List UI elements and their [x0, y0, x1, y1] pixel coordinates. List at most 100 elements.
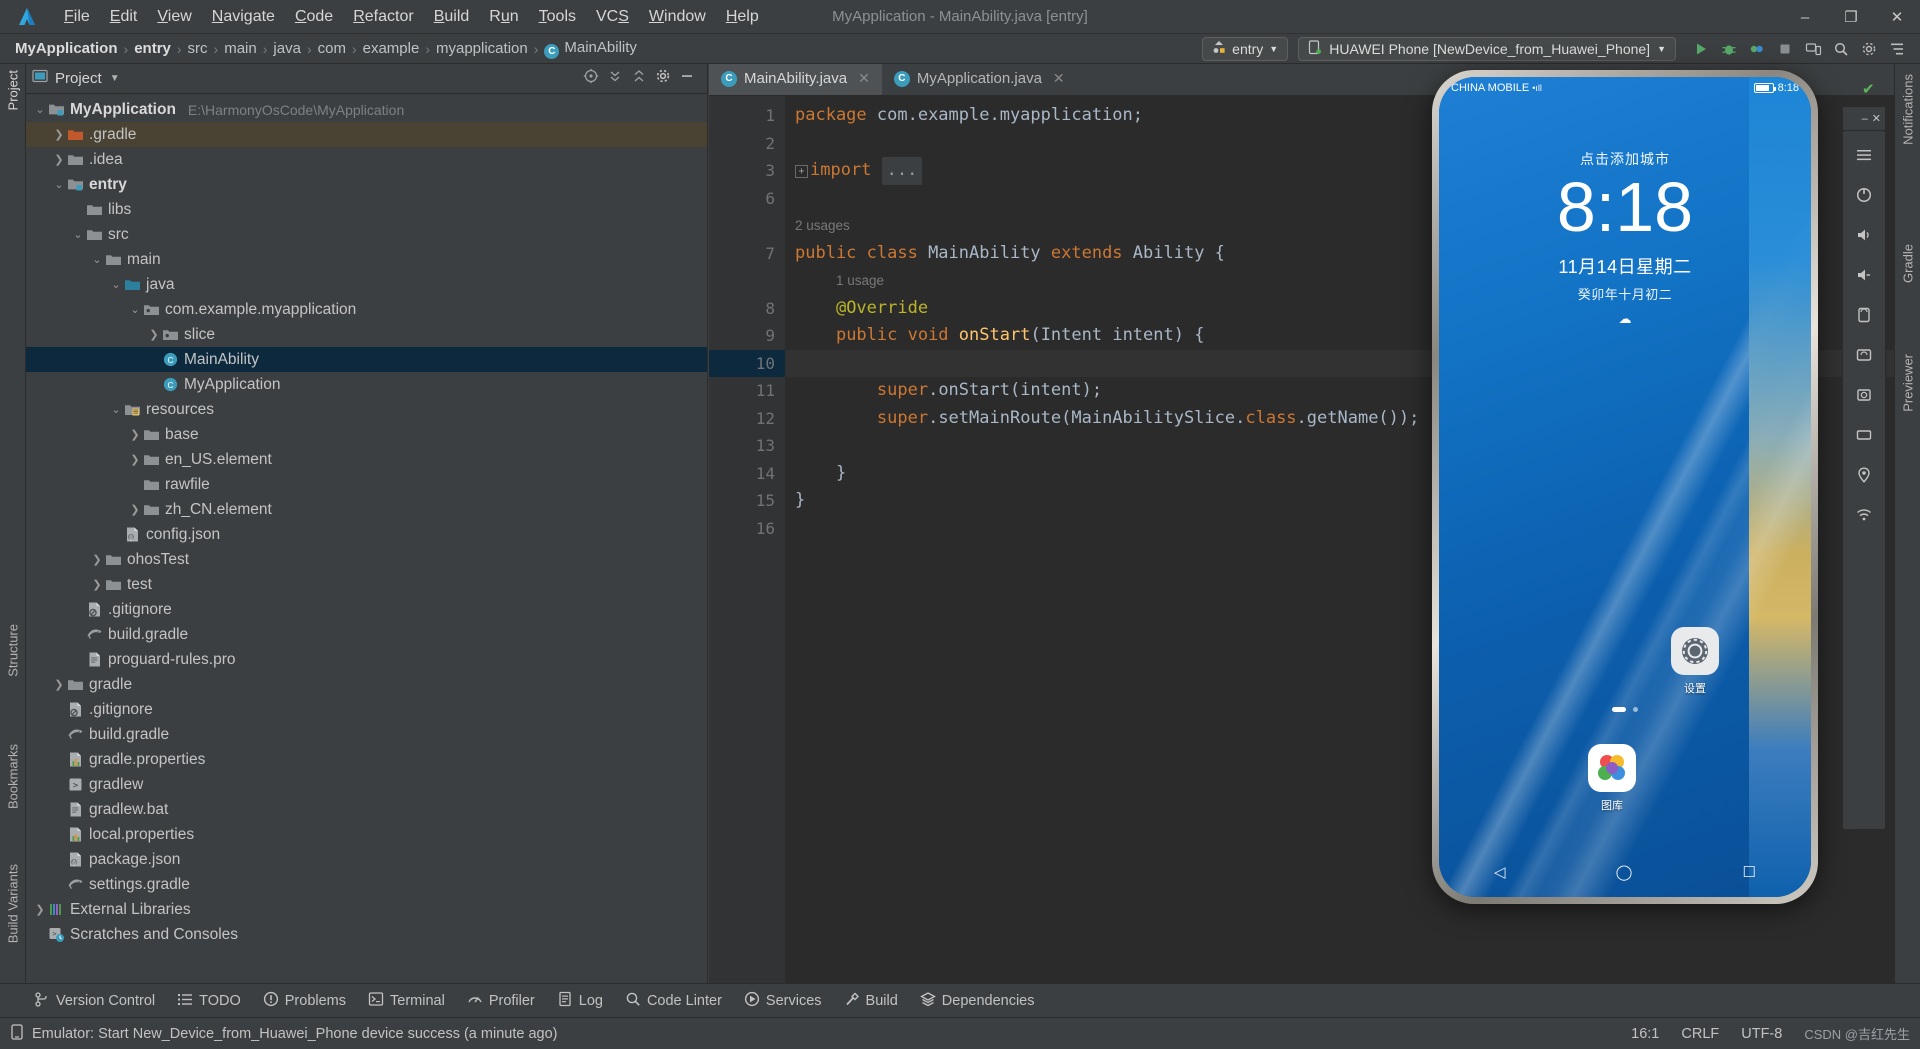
resize-icon[interactable] [1844, 415, 1884, 455]
line-number[interactable]: 3 [709, 157, 785, 185]
minimize-button[interactable]: – [1782, 0, 1828, 34]
tree-item-settings-gradle[interactable]: settings.gradle [26, 872, 707, 897]
settings-gear-icon[interactable] [1856, 36, 1882, 62]
tree-item-gradle[interactable]: ❯ .gradle [26, 122, 707, 147]
run-configuration-selector[interactable]: entry ▼ [1202, 36, 1289, 61]
screenshot-icon[interactable] [1844, 375, 1884, 415]
close-button[interactable]: ✕ [1874, 0, 1920, 34]
home-nav-icon[interactable]: ◯ [1616, 863, 1633, 881]
chevron-right-icon[interactable]: ❯ [51, 678, 67, 691]
tree-item-proguard-rules-pro[interactable]: proguard-rules.pro [26, 647, 707, 672]
line-number[interactable]: 9 [709, 322, 813, 350]
menu-icon[interactable] [1844, 135, 1884, 175]
app-icon-settings[interactable]: 设置 [1661, 627, 1729, 696]
line-number[interactable]: 16 [709, 515, 785, 543]
wifi-icon[interactable] [1844, 495, 1884, 535]
line-number[interactable]: 8 [709, 295, 785, 323]
tree-item-test[interactable]: ❯ test [26, 572, 707, 597]
line-number[interactable]: 6 [709, 185, 785, 213]
chevron-right-icon[interactable]: ❯ [51, 153, 67, 166]
sidebar-item-bookmarks[interactable]: Bookmarks [5, 744, 20, 809]
tree-item-gradlew[interactable]: > gradlew [26, 772, 707, 797]
chevron-right-icon[interactable]: ❯ [89, 553, 105, 566]
menu-help[interactable]: Help [716, 6, 769, 28]
line-number[interactable] [709, 212, 785, 240]
page-dot-active[interactable] [1612, 707, 1626, 712]
expand-all-icon[interactable] [607, 68, 623, 89]
close-icon[interactable]: ✕ [1872, 112, 1881, 125]
debug-button[interactable] [1716, 36, 1742, 62]
menu-code[interactable]: Code [285, 6, 343, 28]
tree-item-scratches-and-consoles[interactable]: > Scratches and Consoles [26, 922, 707, 947]
tree-item-local-properties[interactable]: local.properties [26, 822, 707, 847]
power-icon[interactable] [1844, 175, 1884, 215]
tool-window-dependencies[interactable]: Dependencies [919, 991, 1035, 1011]
caret-position[interactable]: 16:1 [1631, 1026, 1659, 1042]
project-tree[interactable]: ⌄ MyApplication E:\HarmonyOsCode\MyApplica… [26, 94, 707, 983]
tree-item-zh-cn-element[interactable]: ❯ zh_CN.element [26, 497, 707, 522]
menu-window[interactable]: Window [639, 6, 716, 28]
sidebar-item-notifications[interactable]: Notifications [1900, 74, 1915, 145]
line-number[interactable]: 10 [709, 349, 785, 377]
tree-item-base[interactable]: ❯ base [26, 422, 707, 447]
tree-item-rawfile[interactable]: rawfile [26, 472, 707, 497]
breadcrumb-item-3[interactable]: main [221, 40, 260, 57]
volume-up-icon[interactable] [1844, 215, 1884, 255]
tree-item-main[interactable]: ⌄ main [26, 247, 707, 272]
chevron-down-icon[interactable]: ⌄ [70, 228, 86, 241]
volume-down-icon[interactable] [1844, 255, 1884, 295]
tree-item-idea[interactable]: ❯ .idea [26, 147, 707, 172]
tree-item-entry[interactable]: ⌄ entry [26, 172, 707, 197]
tool-window-version-control[interactable]: Version Control [34, 991, 155, 1011]
rotate-right-icon[interactable] [1844, 335, 1884, 375]
tree-item-gradlew-bat[interactable]: gradlew.bat [26, 797, 707, 822]
page-dot[interactable] [1633, 707, 1638, 712]
breadcrumb-item-4[interactable]: java [270, 40, 304, 57]
sidebar-item-structure[interactable]: Structure [5, 624, 20, 677]
tree-item-myapplication[interactable]: C MyApplication [26, 372, 707, 397]
tree-item-resources[interactable]: ⌄ resources [26, 397, 707, 422]
menu-tools[interactable]: Tools [529, 6, 586, 28]
emulator-window[interactable]: CHINA MOBILE •ıll 8:18 点击添加城市 8:18 11月14… [1432, 70, 1818, 904]
tool-window-build[interactable]: Build [844, 991, 898, 1011]
editor-tab-myapplication-java[interactable]: C MyApplication.java ✕ [882, 64, 1077, 95]
device-selector[interactable]: HUAWEI Phone [NewDevice_from_Huawei_Phon… [1298, 36, 1676, 61]
settings-gear-icon[interactable] [655, 68, 671, 89]
profile-button[interactable] [1744, 36, 1770, 62]
menu-view[interactable]: View [147, 6, 201, 28]
tool-window-log[interactable]: Log [557, 991, 603, 1011]
chevron-down-icon[interactable]: ⌄ [108, 403, 124, 416]
chevron-right-icon[interactable]: ❯ [127, 503, 143, 516]
tree-item-gitignore[interactable]: .gitignore [26, 697, 707, 722]
tree-item-slice[interactable]: ❯ slice [26, 322, 707, 347]
tree-item-gitignore[interactable]: .gitignore [26, 597, 707, 622]
sidebar-item-gradle[interactable]: Gradle [1900, 244, 1915, 283]
tool-window-code-linter[interactable]: Code Linter [625, 991, 722, 1011]
tree-item-package-json[interactable]: {} package.json [26, 847, 707, 872]
menu-run[interactable]: Run [479, 6, 528, 28]
tree-item-config-json[interactable]: {} config.json [26, 522, 707, 547]
chevron-right-icon[interactable]: ❯ [127, 453, 143, 466]
menu-edit[interactable]: Edit [100, 6, 148, 28]
run-button[interactable] [1688, 36, 1714, 62]
add-city-label[interactable]: 点击添加城市 [1439, 149, 1811, 169]
back-nav-icon[interactable]: ◁ [1494, 863, 1506, 881]
breadcrumb-item-2[interactable]: src [185, 40, 211, 57]
sidebar-item-build-variants[interactable]: Build Variants [5, 864, 20, 943]
chevron-right-icon[interactable]: ❯ [89, 578, 105, 591]
line-number[interactable]: 7 [709, 240, 785, 268]
tool-window-problems[interactable]: Problems [263, 991, 346, 1011]
line-separator[interactable]: CRLF [1681, 1026, 1719, 1042]
rotate-left-icon[interactable] [1844, 295, 1884, 335]
tree-item-mainability[interactable]: C MainAbility [26, 347, 707, 372]
breadcrumb-item-0[interactable]: MyApplication [12, 40, 121, 57]
encoding[interactable]: UTF-8 [1741, 1026, 1782, 1042]
tree-item-com-example-myapplication[interactable]: ⌄ com.example.myapplication [26, 297, 707, 322]
select-opened-file-icon[interactable] [583, 68, 599, 89]
tree-item-java[interactable]: ⌄ java [26, 272, 707, 297]
sidebar-item-project[interactable]: Project [5, 70, 20, 110]
chevron-right-icon[interactable]: ❯ [146, 328, 162, 341]
search-button[interactable] [1828, 36, 1854, 62]
emulator-side-toolbar[interactable] [1842, 130, 1886, 830]
tool-window-todo[interactable]: TODO [177, 991, 241, 1011]
